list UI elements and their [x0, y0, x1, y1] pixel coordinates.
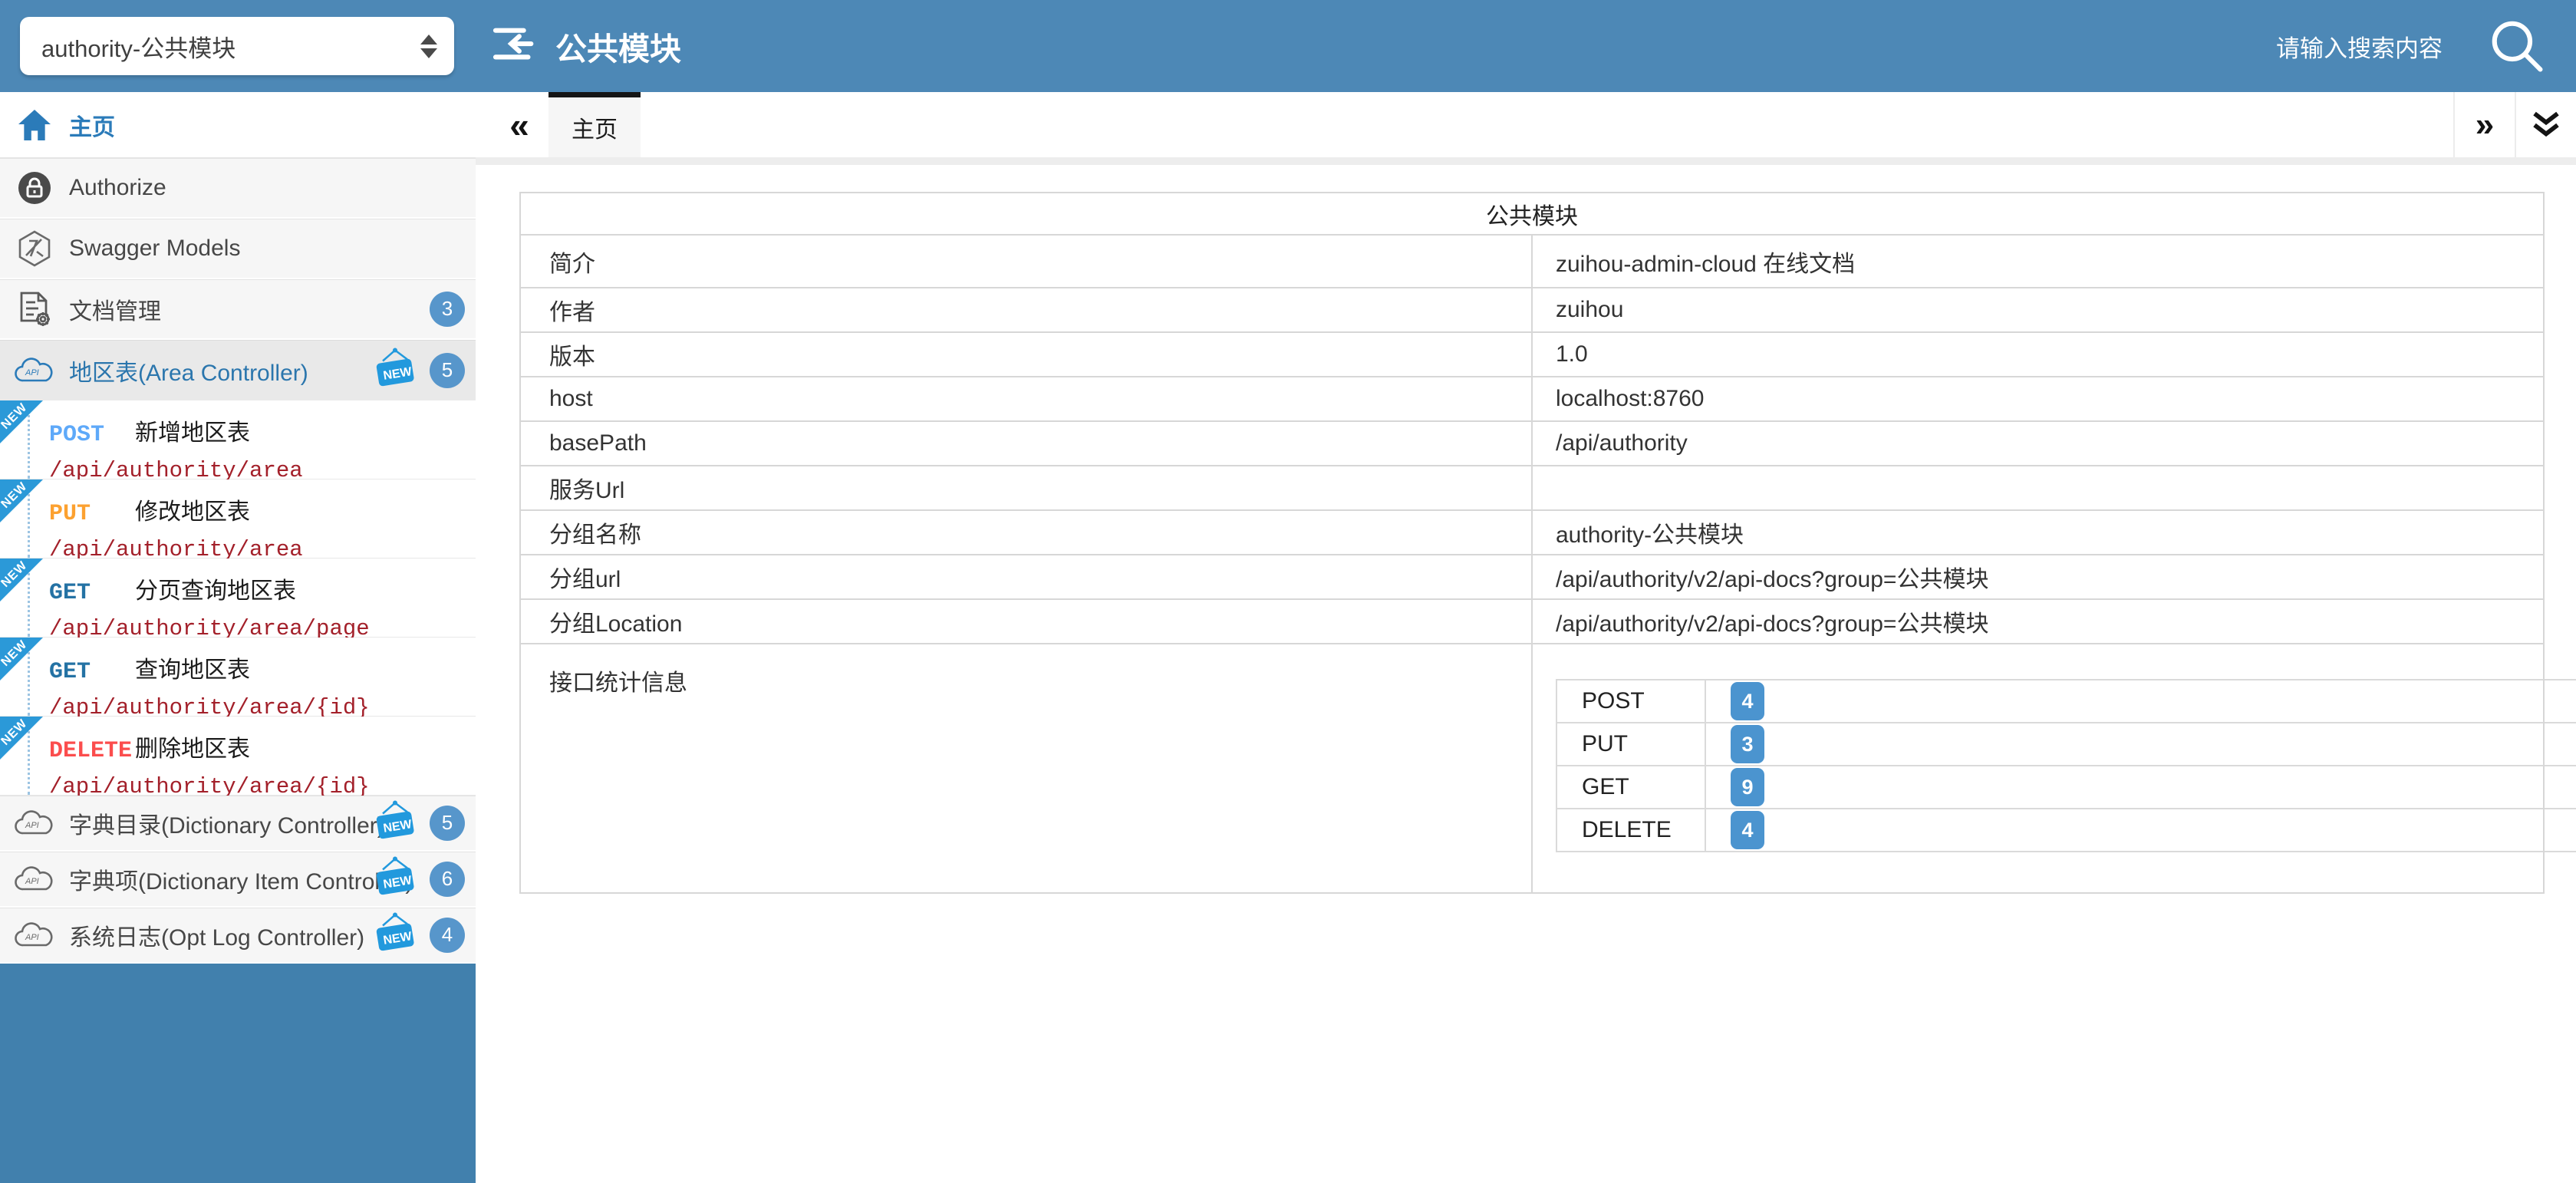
- api-cloud-icon: API: [0, 921, 69, 950]
- tabs-scroll-right-icon[interactable]: »: [2453, 92, 2515, 157]
- page-title: 公共模块: [555, 23, 681, 69]
- stats-row: PUT 3: [1556, 723, 2576, 766]
- api-item-post-area[interactable]: NEW POST 新增地区表 /api/authority/area: [0, 400, 476, 479]
- table-title: 公共模块: [520, 193, 2544, 235]
- swagger-models-icon: [0, 230, 69, 267]
- lock-icon: [0, 170, 69, 206]
- sidebar-item-label: Swagger Models: [69, 236, 240, 262]
- stats-count-badge: 9: [1731, 768, 1764, 806]
- tab-divider: [476, 157, 2576, 165]
- table-row: 分组url /api/authority/v2/api-docs?group=公…: [520, 555, 2544, 599]
- menu-lines-icon: [492, 24, 540, 69]
- api-stats-table: POST 4 PUT 3 GET 9 DELETE: [1556, 679, 2576, 852]
- api-title: 新增地区表: [135, 414, 250, 447]
- count-badge: 6: [430, 862, 465, 897]
- sidebar-item-label: 系统日志(Opt Log Controller): [69, 918, 364, 952]
- table-row: 简介 zuihou-admin-cloud 在线文档: [520, 235, 2544, 288]
- svg-text:API: API: [25, 877, 39, 886]
- sidebar-item-dictionary-controller[interactable]: API 字典目录(Dictionary Controller) NEW 5: [0, 796, 476, 852]
- new-sign-icon: NEW: [371, 347, 419, 394]
- sidebar-item-label: Authorize: [69, 175, 166, 201]
- sidebar: 主页 Authorize Swagger Models: [0, 92, 476, 1183]
- sidebar-item-label: 主页: [69, 108, 115, 142]
- api-item-delete-area[interactable]: NEW DELETE 删除地区表 /api/authority/area/{id…: [0, 717, 476, 796]
- top-header: authority-公共模块 公共模块 请输入搜索内容: [0, 0, 2576, 92]
- doc-content: 公共模块 简介 zuihou-admin-cloud 在线文档 作者 zuiho…: [476, 165, 2576, 894]
- search-icon[interactable]: [2487, 16, 2547, 76]
- brand: 公共模块: [492, 23, 681, 69]
- table-title-row: 公共模块: [520, 193, 2544, 235]
- stats-count-badge: 4: [1731, 682, 1764, 720]
- api-item-put-area[interactable]: NEW PUT 修改地区表 /api/authority/area: [0, 479, 476, 559]
- table-row: host localhost:8760: [520, 377, 2544, 421]
- sidebar-item-label: 地区表(Area Controller): [69, 354, 308, 387]
- search-input[interactable]: 请输入搜索内容: [2276, 29, 2443, 64]
- count-badge: 5: [430, 806, 465, 841]
- table-row: 分组名称 authority-公共模块: [520, 510, 2544, 555]
- method-label: POST: [49, 422, 135, 448]
- method-label: DELETE: [49, 738, 135, 764]
- tabs-scroll-left-icon[interactable]: «: [492, 92, 546, 157]
- tab-bar: « 主页 »: [476, 92, 2576, 157]
- sidebar-item-home[interactable]: 主页: [0, 92, 476, 158]
- table-row: 分组Location /api/authority/v2/api-docs?gr…: [520, 599, 2544, 644]
- sidebar-item-area-controller[interactable]: API 地区表(Area Controller) NEW 5: [0, 340, 476, 400]
- stats-count-badge: 3: [1731, 725, 1764, 763]
- count-badge: 3: [430, 292, 465, 327]
- method-label: PUT: [49, 501, 135, 527]
- search-zone: 请输入搜索内容: [2276, 16, 2576, 76]
- home-icon: [0, 109, 69, 141]
- table-stats-row: 接口统计信息 POST 4 PUT 3 GET 9: [520, 644, 2544, 893]
- table-row: 服务Url: [520, 466, 2544, 510]
- sidebar-item-label: 字典目录(Dictionary Controller): [69, 806, 385, 840]
- sidebar-item-authorize[interactable]: Authorize: [0, 158, 476, 219]
- group-select-value: authority-公共模块: [41, 29, 236, 64]
- table-row: 版本 1.0: [520, 332, 2544, 377]
- table-row: 作者 zuihou: [520, 288, 2544, 332]
- api-cloud-icon: API: [0, 809, 69, 838]
- main-area: « 主页 » 公共模块 简介 zuihou-admin-cloud 在线文档: [476, 92, 2576, 1183]
- api-cloud-icon: API: [0, 865, 69, 894]
- module-info-table: 公共模块 简介 zuihou-admin-cloud 在线文档 作者 zuiho…: [519, 192, 2545, 894]
- stats-row: POST 4: [1556, 680, 2576, 723]
- api-title: 查询地区表: [135, 651, 250, 684]
- api-cloud-icon: API: [0, 356, 69, 385]
- group-select[interactable]: authority-公共模块: [20, 17, 454, 75]
- doc-gear-icon: [0, 290, 69, 328]
- api-title: 分页查询地区表: [135, 572, 296, 605]
- stats-label: 接口统计信息: [520, 644, 1532, 893]
- stats-row: DELETE 4: [1556, 809, 2576, 852]
- sidebar-item-dictionary-item-controller[interactable]: API 字典项(Dictionary Item Controller) NEW …: [0, 852, 476, 908]
- method-label: GET: [49, 580, 135, 606]
- count-badge: 4: [430, 918, 465, 953]
- api-item-get-area-page[interactable]: NEW GET 分页查询地区表 /api/authority/area/page: [0, 559, 476, 638]
- table-row: basePath /api/authority: [520, 421, 2544, 466]
- tab-label: 主页: [572, 110, 618, 144]
- sidebar-item-doc-manage[interactable]: 文档管理 3: [0, 279, 476, 340]
- new-sign-icon: NEW: [371, 855, 419, 902]
- api-item-get-area-id[interactable]: NEW GET 查询地区表 /api/authority/area/{id}: [0, 638, 476, 717]
- new-sign-icon: NEW: [371, 799, 419, 846]
- collapse-all-icon[interactable]: [2515, 92, 2576, 157]
- sidebar-item-label: 字典项(Dictionary Item Controller): [69, 862, 413, 896]
- svg-text:API: API: [25, 821, 39, 830]
- svg-text:API: API: [25, 368, 39, 377]
- select-caret-icon: [420, 35, 437, 58]
- method-label: GET: [49, 659, 135, 685]
- api-title: 删除地区表: [135, 730, 250, 763]
- stats-count-badge: 4: [1731, 811, 1764, 849]
- sidebar-item-opt-log-controller[interactable]: API 系统日志(Opt Log Controller) NEW 4: [0, 908, 476, 964]
- tab-home[interactable]: 主页: [548, 92, 641, 157]
- sidebar-item-label: 文档管理: [69, 292, 161, 326]
- api-title: 修改地区表: [135, 493, 250, 526]
- new-sign-icon: NEW: [371, 911, 419, 958]
- sidebar-item-swagger-models[interactable]: Swagger Models: [0, 219, 476, 279]
- svg-text:API: API: [25, 933, 39, 942]
- stats-row: GET 9: [1556, 766, 2576, 809]
- count-badge: 5: [430, 353, 465, 388]
